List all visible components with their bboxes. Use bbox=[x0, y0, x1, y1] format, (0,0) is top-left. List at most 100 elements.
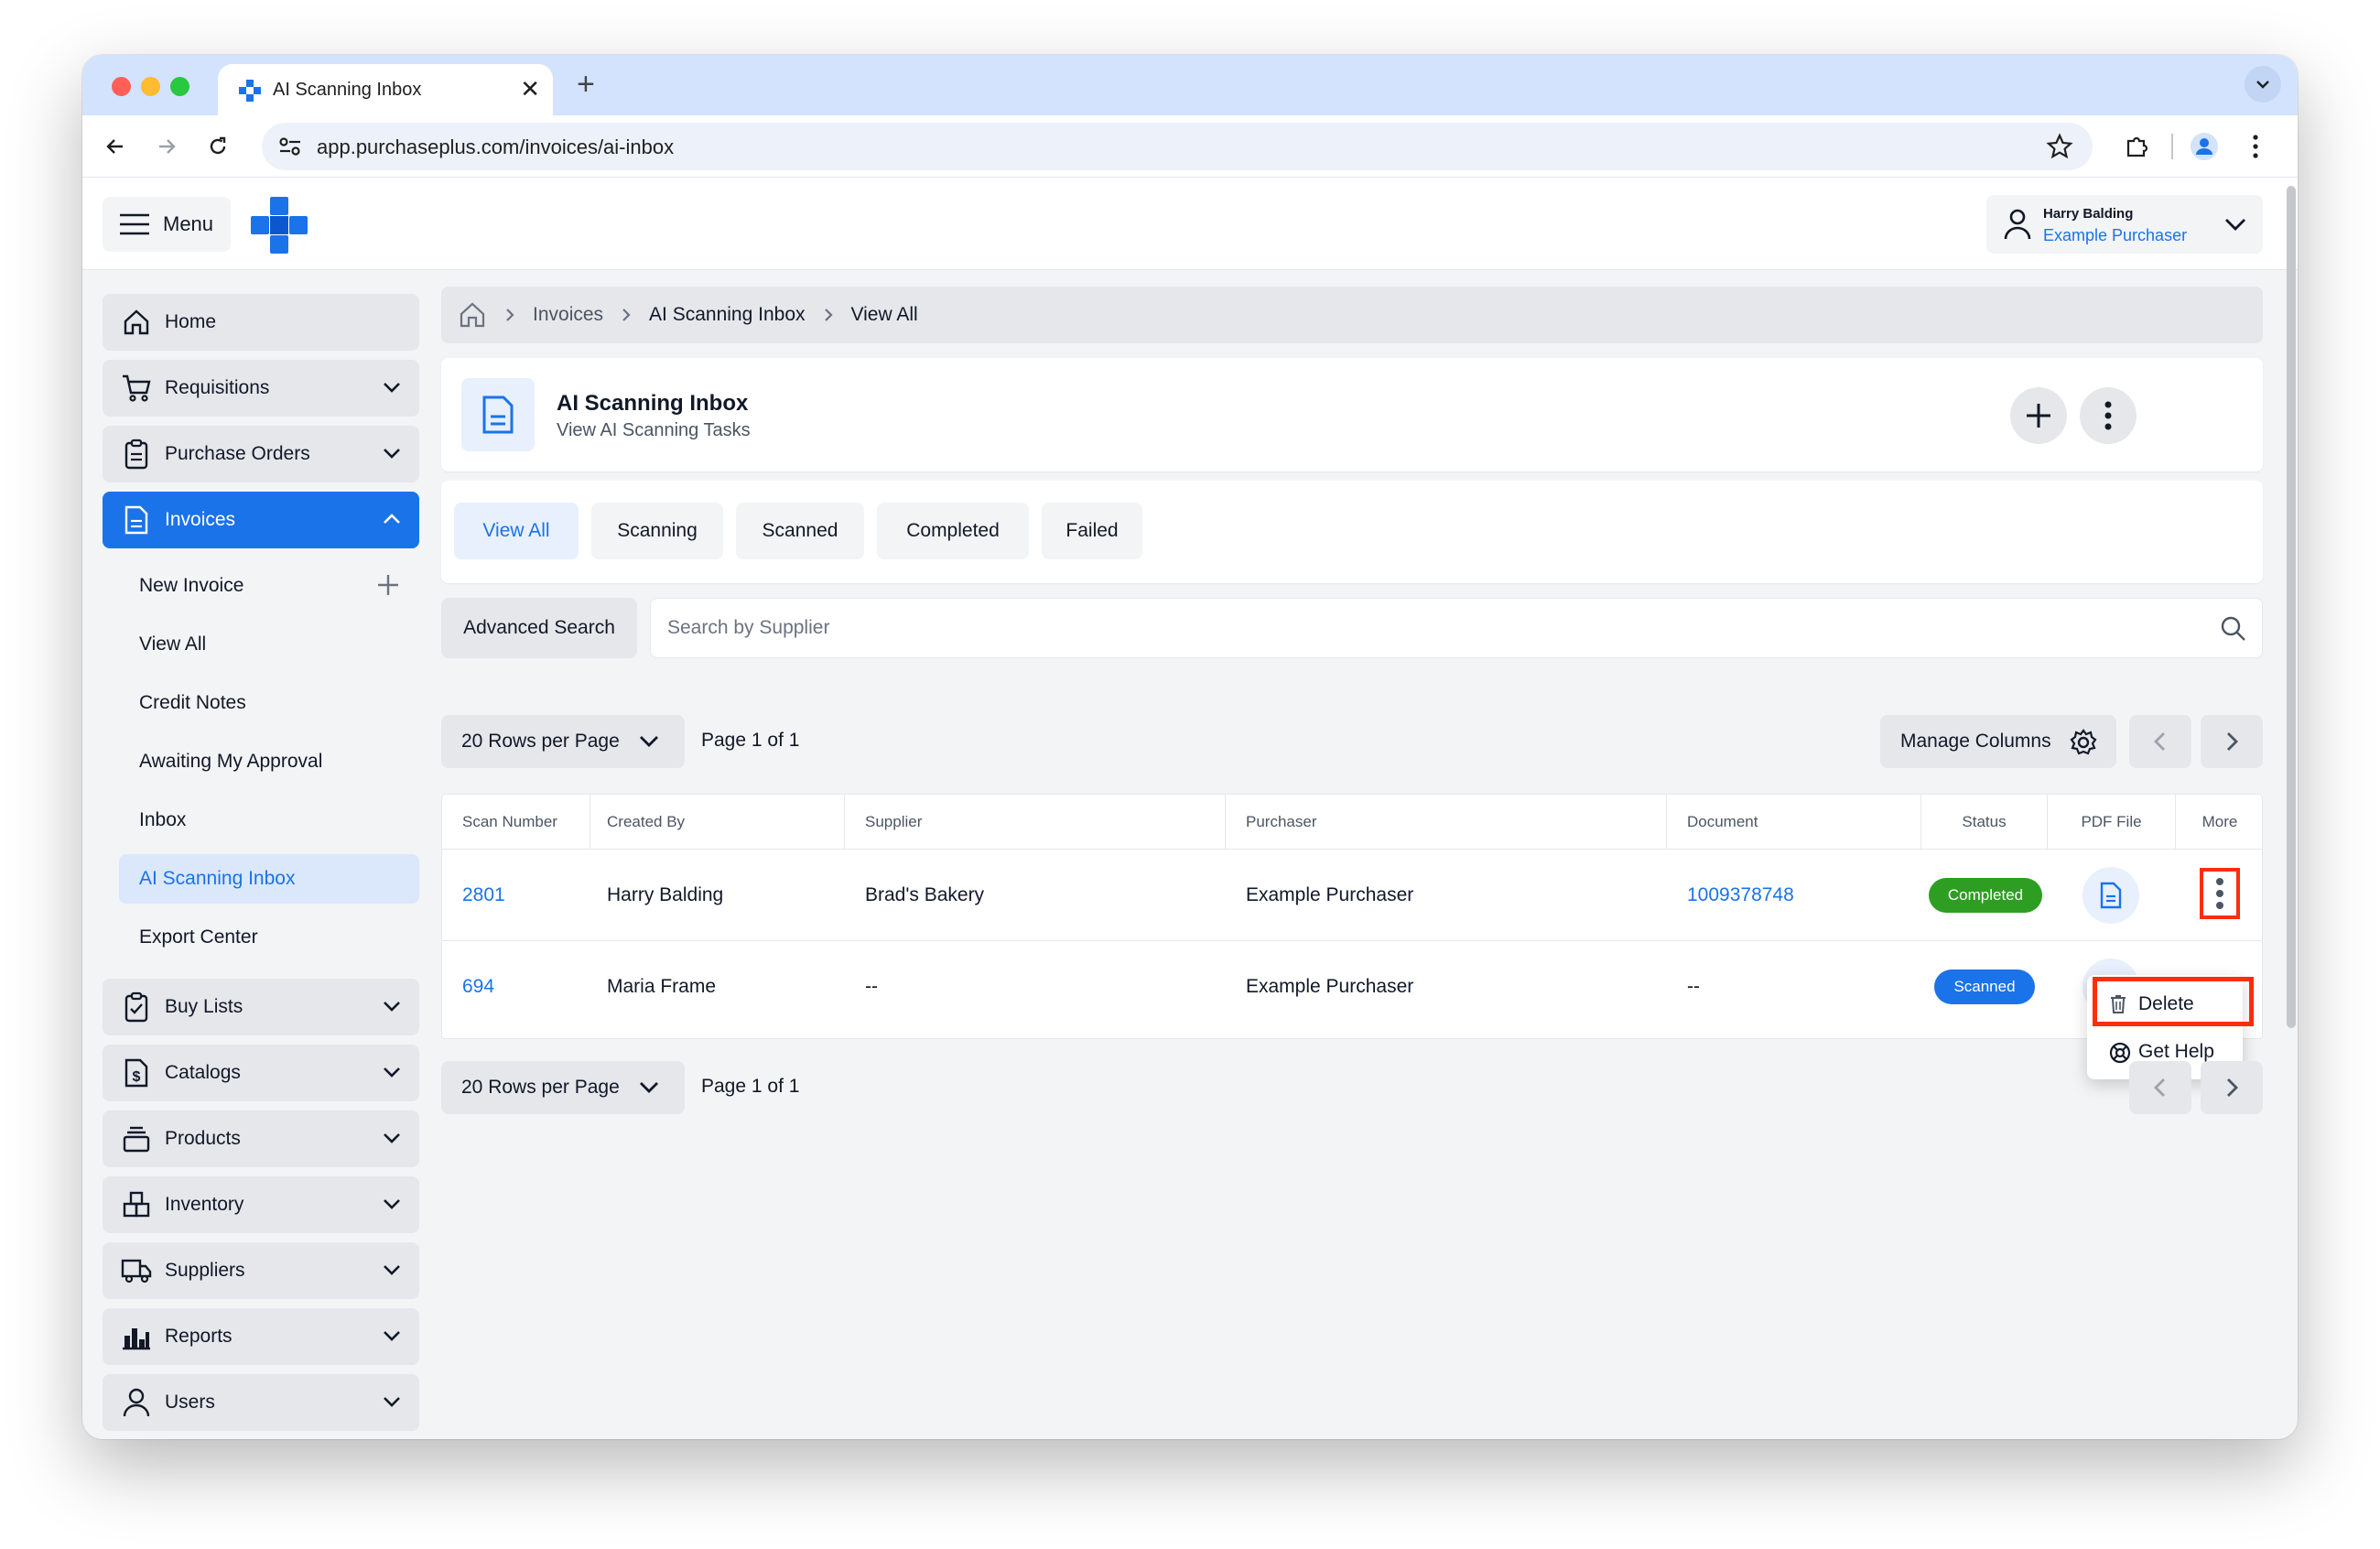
delete-menu-item[interactable]: Delete bbox=[2087, 980, 2243, 1028]
chevron-down-icon bbox=[384, 449, 400, 459]
status-badge: Scanned bbox=[1934, 969, 2035, 1004]
new-tab-button[interactable]: + bbox=[577, 66, 595, 103]
browser-menu-button[interactable] bbox=[2239, 130, 2272, 163]
sidebar-subitem-awaiting-my-approval[interactable]: Awaiting My Approval bbox=[119, 737, 419, 786]
sidebar-item-label: Purchase Orders bbox=[165, 443, 310, 464]
row-more-button[interactable] bbox=[2200, 868, 2240, 919]
user-icon bbox=[2004, 209, 2031, 240]
sidebar-subitem-label: Export Center bbox=[139, 926, 258, 948]
next-page-button-bottom[interactable] bbox=[2201, 1061, 2263, 1114]
advanced-search-button[interactable]: Advanced Search bbox=[441, 598, 637, 658]
chevron-down-icon bbox=[384, 1331, 400, 1341]
purchaser-cell: Example Purchaser bbox=[1246, 976, 1414, 997]
tab-close-icon[interactable]: ✕ bbox=[520, 75, 540, 103]
browser-tab[interactable]: AI Scanning Inbox ✕ bbox=[218, 64, 553, 115]
chevron-down-icon bbox=[384, 1397, 400, 1407]
chevron-down-icon bbox=[384, 383, 400, 393]
document-link[interactable]: 1009378748 bbox=[1687, 850, 1794, 941]
column-header[interactable]: Supplier bbox=[845, 795, 1226, 850]
chevron-left-icon bbox=[2154, 1078, 2165, 1097]
profile-avatar-icon bbox=[2191, 133, 2218, 160]
table-row: 694 Maria Frame -- Example Purchaser -- … bbox=[442, 941, 2262, 1033]
column-header[interactable]: Status bbox=[1921, 795, 2048, 850]
home-icon[interactable] bbox=[458, 300, 487, 330]
sidebar-subitem-new-invoice[interactable]: New Invoice bbox=[119, 561, 419, 611]
sidebar-subitem-ai-scanning-inbox[interactable]: AI Scanning Inbox bbox=[119, 854, 419, 904]
sidebar-subitem-label: New Invoice bbox=[139, 575, 244, 596]
tab-view-all[interactable]: View All bbox=[454, 503, 579, 559]
app-header: Menu Harry Balding Example Purchaser bbox=[82, 179, 2298, 270]
page-title: AI Scanning Inbox bbox=[557, 391, 749, 416]
column-header[interactable]: Purchaser bbox=[1226, 795, 1667, 850]
extensions-button[interactable] bbox=[2120, 130, 2153, 163]
previous-page-button-bottom[interactable] bbox=[2129, 1061, 2191, 1114]
tab-completed[interactable]: Completed bbox=[877, 503, 1029, 559]
sidebar-item-reports[interactable]: Reports bbox=[103, 1308, 419, 1365]
profile-button[interactable] bbox=[2188, 130, 2221, 163]
sidebar-item-inventory[interactable]: Inventory bbox=[103, 1176, 419, 1233]
sidebar-item-catalogs[interactable]: $ Catalogs bbox=[103, 1045, 419, 1101]
manage-columns-label: Manage Columns bbox=[1900, 731, 2051, 752]
sidebar-item-products[interactable]: Products bbox=[103, 1110, 419, 1167]
sidebar-subitem-view-all[interactable]: View All bbox=[119, 620, 419, 669]
sidebar-subitem-credit-notes[interactable]: Credit Notes bbox=[119, 678, 419, 728]
sidebar-item-home[interactable]: Home bbox=[103, 294, 419, 351]
user-icon bbox=[121, 1387, 152, 1418]
menu-button[interactable]: Menu bbox=[103, 197, 231, 252]
sidebar-subitem-inbox[interactable]: Inbox bbox=[119, 796, 419, 845]
sidebar-item-label: Suppliers bbox=[165, 1260, 245, 1281]
breadcrumb-view-all: View All bbox=[850, 304, 918, 325]
created-by-cell: Harry Balding bbox=[607, 884, 724, 905]
table-row: 2801 Harry Balding Brad's Bakery Example… bbox=[442, 850, 2262, 941]
column-header[interactable]: Scan Number bbox=[442, 795, 590, 850]
page-indicator: Page 1 of 1 bbox=[701, 730, 800, 751]
address-bar[interactable]: app.purchaseplus.com/invoices/ai-inbox bbox=[262, 123, 2093, 170]
next-page-button[interactable] bbox=[2201, 715, 2263, 768]
breadcrumb-ai-scanning-inbox[interactable]: AI Scanning Inbox bbox=[649, 304, 805, 326]
close-window-button[interactable] bbox=[112, 77, 131, 96]
page-actions-button[interactable] bbox=[2080, 387, 2137, 444]
sidebar-item-suppliers[interactable]: Suppliers bbox=[103, 1242, 419, 1299]
chevron-down-icon bbox=[384, 1199, 400, 1209]
column-header[interactable]: Created By bbox=[590, 795, 845, 850]
truck-icon bbox=[121, 1255, 152, 1286]
breadcrumb-invoices[interactable]: Invoices bbox=[533, 304, 603, 326]
sidebar-item-invoices[interactable]: Invoices bbox=[103, 492, 419, 548]
purchaseplus-logo[interactable] bbox=[251, 197, 308, 254]
page-scrollbar[interactable] bbox=[2287, 186, 2296, 1028]
pdf-file-button[interactable] bbox=[2082, 867, 2139, 924]
sidebar-item-requisitions[interactable]: Requisitions bbox=[103, 360, 419, 417]
star-icon[interactable] bbox=[2045, 132, 2074, 161]
reload-button[interactable] bbox=[201, 130, 234, 163]
manage-columns-button[interactable]: Manage Columns bbox=[1880, 715, 2116, 768]
add-button[interactable] bbox=[2010, 387, 2067, 444]
url-text[interactable]: app.purchaseplus.com/invoices/ai-inbox bbox=[317, 135, 674, 159]
column-header[interactable]: Document bbox=[1667, 795, 1921, 850]
site-settings-icon[interactable] bbox=[276, 134, 304, 159]
search-icon[interactable] bbox=[2220, 615, 2247, 643]
tab-failed[interactable]: Failed bbox=[1042, 503, 1142, 559]
back-button[interactable] bbox=[99, 130, 132, 163]
maximize-window-button[interactable] bbox=[170, 77, 189, 96]
scan-number-link[interactable]: 2801 bbox=[462, 850, 505, 941]
tab-scanned[interactable]: Scanned bbox=[736, 503, 864, 559]
plus-icon[interactable] bbox=[375, 572, 401, 598]
user-menu-button[interactable]: Harry Balding Example Purchaser bbox=[1986, 195, 2263, 254]
scan-number-link[interactable]: 694 bbox=[462, 941, 494, 1033]
rows-per-page-label: 20 Rows per Page bbox=[461, 731, 620, 752]
browser-toolbar: app.purchaseplus.com/invoices/ai-inbox bbox=[82, 115, 2298, 178]
tab-search-button[interactable] bbox=[2245, 66, 2281, 103]
sidebar-item-purchase-orders[interactable]: Purchase Orders bbox=[103, 426, 419, 482]
minimize-window-button[interactable] bbox=[141, 77, 160, 96]
tab-scanning[interactable]: Scanning bbox=[591, 503, 723, 559]
sidebar-item-buy-lists[interactable]: Buy Lists bbox=[103, 979, 419, 1035]
rows-per-page-select[interactable]: 20 Rows per Page bbox=[441, 715, 685, 768]
forward-button[interactable] bbox=[150, 130, 183, 163]
rows-per-page-select-bottom[interactable]: 20 Rows per Page bbox=[441, 1061, 685, 1114]
previous-page-button[interactable] bbox=[2129, 715, 2191, 768]
search-input[interactable] bbox=[651, 599, 2262, 657]
sidebar-item-label: Products bbox=[165, 1128, 241, 1149]
sidebar-subitem-export-center[interactable]: Export Center bbox=[119, 913, 419, 962]
sidebar-item-users[interactable]: Users bbox=[103, 1374, 419, 1431]
column-header[interactable]: PDF File bbox=[2048, 795, 2176, 850]
